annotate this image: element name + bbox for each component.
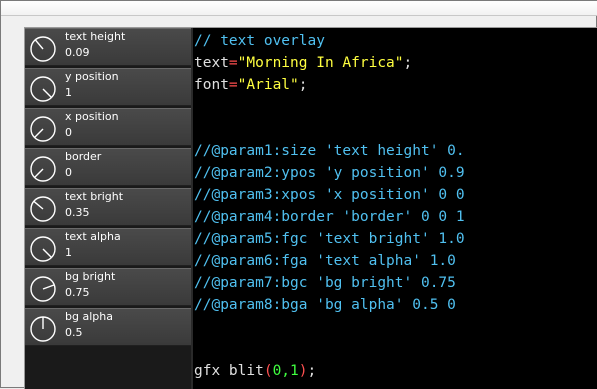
param-line: //@param4:border 'border' 0 0 1 bbox=[194, 209, 465, 225]
param-line: //@param7:bgc 'bg bright' 0.75 bbox=[194, 275, 465, 291]
param-line: //@param6:fga 'text alpha' 1.0 bbox=[194, 253, 465, 269]
slider-label: bg bright bbox=[65, 270, 116, 283]
code-comment: // text overlay bbox=[194, 33, 325, 49]
param-line: //@param5:fgc 'text bright' 1.0 bbox=[194, 231, 465, 247]
slider-text-alpha[interactable]: text alpha 1 bbox=[25, 228, 191, 266]
parameter-sliders: text height 0.09 y position 1 x position… bbox=[25, 28, 192, 389]
param-line: //@param1:size 'text height' 0. bbox=[194, 143, 465, 159]
knob-icon[interactable] bbox=[28, 274, 58, 304]
knob-icon[interactable] bbox=[28, 234, 58, 264]
knob-icon[interactable] bbox=[28, 314, 58, 344]
slider-value: 1 bbox=[65, 86, 72, 99]
slider-value: 0 bbox=[65, 166, 72, 179]
param-line: //@param2:ypos 'y position' 0.9 bbox=[194, 165, 465, 181]
code-number: 0,1 bbox=[272, 363, 299, 379]
code-identifier: gfx blit bbox=[194, 363, 264, 379]
knob-icon[interactable] bbox=[28, 34, 58, 64]
code-editor[interactable]: // text overlay text="Morning In Africa"… bbox=[194, 28, 597, 389]
slider-label: text bright bbox=[65, 190, 124, 203]
code-operator: = bbox=[228, 55, 238, 71]
slider-label: text height bbox=[65, 30, 126, 43]
code-terminator: ; bbox=[298, 77, 308, 93]
knob-icon[interactable] bbox=[28, 114, 58, 144]
slider-value: 1 bbox=[65, 246, 72, 259]
slider-border[interactable]: border 0 bbox=[25, 148, 191, 186]
param-line: //@param3:xpos 'x position' 0 0 bbox=[194, 187, 465, 203]
knob-icon[interactable] bbox=[28, 154, 58, 184]
slider-value: 0.5 bbox=[65, 326, 83, 339]
slider-y-position[interactable]: y position 1 bbox=[25, 68, 191, 106]
code-line: font="Arial"; bbox=[194, 74, 308, 96]
code-terminator: ; bbox=[307, 363, 317, 379]
slider-x-position[interactable]: x position 0 bbox=[25, 108, 191, 146]
code-string: "Arial" bbox=[237, 77, 299, 93]
slider-text-bright[interactable]: text bright 0.35 bbox=[25, 188, 191, 226]
code-line: text="Morning In Africa"; bbox=[194, 52, 412, 74]
code-string: "Morning In Africa" bbox=[237, 55, 404, 71]
code-line: // text overlay bbox=[194, 30, 325, 52]
code-paren: ) bbox=[298, 363, 308, 379]
window-frame: text height 0.09 y position 1 x position… bbox=[0, 0, 597, 389]
slider-label: bg alpha bbox=[65, 310, 113, 323]
param-line: //@param8:bga 'bg alpha' 0.5 0 bbox=[194, 297, 465, 313]
code-line: gfx blit(0,1); bbox=[194, 360, 316, 382]
slider-value: 0.75 bbox=[65, 286, 90, 299]
slider-value: 0 bbox=[65, 126, 72, 139]
knob-icon[interactable] bbox=[28, 74, 58, 104]
slider-value: 0.09 bbox=[65, 46, 90, 59]
code-terminator: ; bbox=[403, 55, 413, 71]
code-operator: = bbox=[228, 77, 238, 93]
code-paren: ( bbox=[263, 363, 273, 379]
code-identifier: text bbox=[194, 55, 229, 71]
title-bar bbox=[1, 1, 597, 16]
slider-label: border bbox=[65, 150, 102, 163]
slider-text-height[interactable]: text height 0.09 bbox=[25, 28, 191, 66]
slider-label: x position bbox=[65, 110, 119, 123]
code-identifier: font bbox=[194, 77, 229, 93]
slider-label: y position bbox=[65, 70, 119, 83]
knob-icon[interactable] bbox=[28, 194, 58, 224]
panel-divider[interactable] bbox=[191, 28, 193, 389]
slider-bg-bright[interactable]: bg bright 0.75 bbox=[25, 268, 191, 306]
slider-label: text alpha bbox=[65, 230, 121, 243]
slider-value: 0.35 bbox=[65, 206, 90, 219]
slider-bg-alpha[interactable]: bg alpha 0.5 bbox=[25, 308, 191, 346]
